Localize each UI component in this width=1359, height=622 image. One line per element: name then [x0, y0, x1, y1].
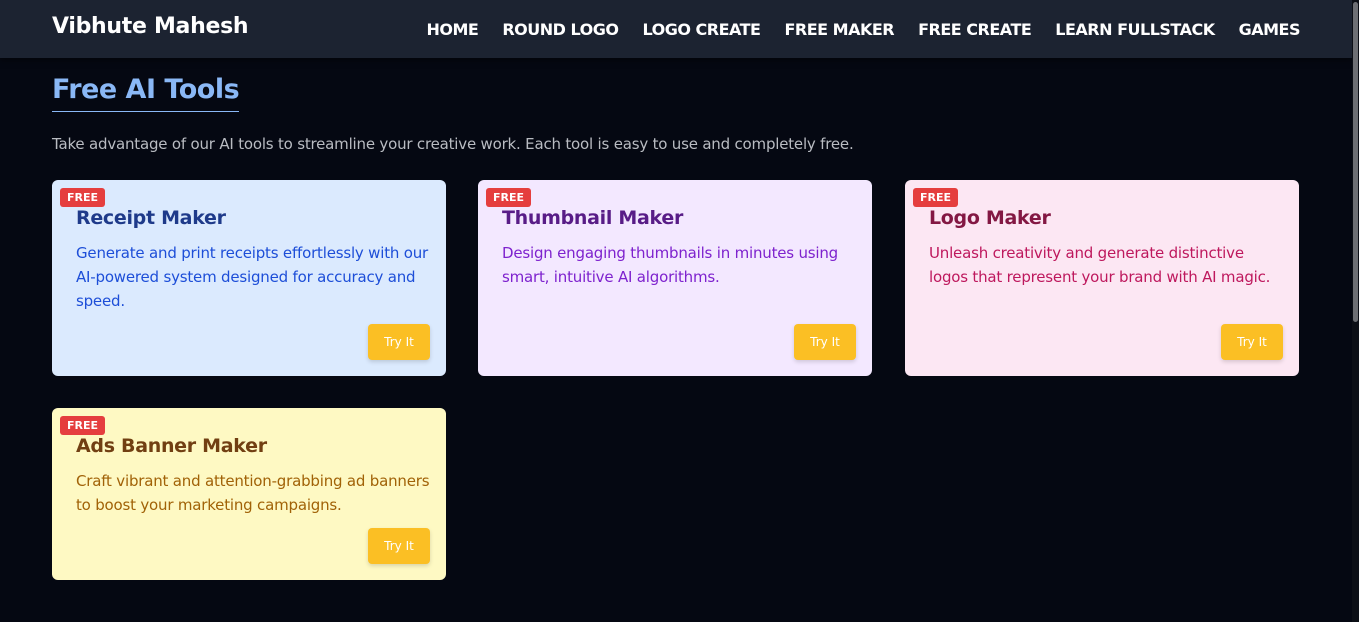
tool-card-ads-banner-maker: FREE Ads Banner Maker Craft vibrant and … [52, 408, 446, 580]
nav-link-free-create[interactable]: FREE CREATE [918, 20, 1032, 39]
tool-card-thumbnail-maker: FREE Thumbnail Maker Design engaging thu… [478, 180, 872, 376]
card-title: Logo Maker [929, 207, 1051, 229]
brand-logo-text[interactable]: Vibhute Mahesh [52, 14, 249, 39]
nav-link-home[interactable]: HOME [427, 20, 479, 39]
free-badge: FREE [60, 188, 106, 207]
free-badge: FREE [913, 188, 959, 207]
card-title: Receipt Maker [76, 207, 226, 229]
card-title: Thumbnail Maker [502, 207, 684, 229]
section-title: Free AI Tools [52, 74, 240, 112]
nav-link-learn-fullstack[interactable]: LEARN FULLSTACK [1055, 20, 1215, 39]
try-it-button[interactable]: Try It [368, 324, 430, 360]
try-it-button[interactable]: Try It [1221, 324, 1283, 360]
free-badge: FREE [486, 188, 532, 207]
card-description: Design engaging thumbnails in minutes us… [502, 244, 838, 286]
card-description: Generate and print receipts effortlessly… [76, 244, 429, 310]
tool-card-receipt-maker: FREE Receipt Maker Generate and print re… [52, 180, 446, 376]
try-it-button[interactable]: Try It [368, 528, 430, 564]
try-it-button[interactable]: Try It [794, 324, 856, 360]
card-title: Ads Banner Maker [76, 435, 267, 457]
nav-menu: HOME ROUND LOGO LOGO CREATE FREE MAKER F… [427, 0, 1301, 58]
tool-card-logo-maker: FREE Logo Maker Unleash creativity and g… [905, 180, 1299, 376]
nav-link-logo-create[interactable]: LOGO CREATE [642, 20, 761, 39]
free-badge: FREE [60, 416, 106, 435]
navbar: Vibhute Mahesh HOME ROUND LOGO LOGO CREA… [0, 0, 1352, 58]
scrollbar-thumb[interactable] [1353, 2, 1358, 322]
section-intro: Take advantage of our AI tools to stream… [52, 135, 854, 153]
card-description: Unleash creativity and generate distinct… [929, 244, 1271, 286]
nav-link-round-logo[interactable]: ROUND LOGO [502, 20, 619, 39]
page-scrollbar[interactable] [1352, 0, 1359, 622]
nav-link-free-maker[interactable]: FREE MAKER [784, 20, 894, 39]
card-description: Craft vibrant and attention-grabbing ad … [76, 472, 430, 514]
nav-link-games[interactable]: GAMES [1239, 20, 1301, 39]
